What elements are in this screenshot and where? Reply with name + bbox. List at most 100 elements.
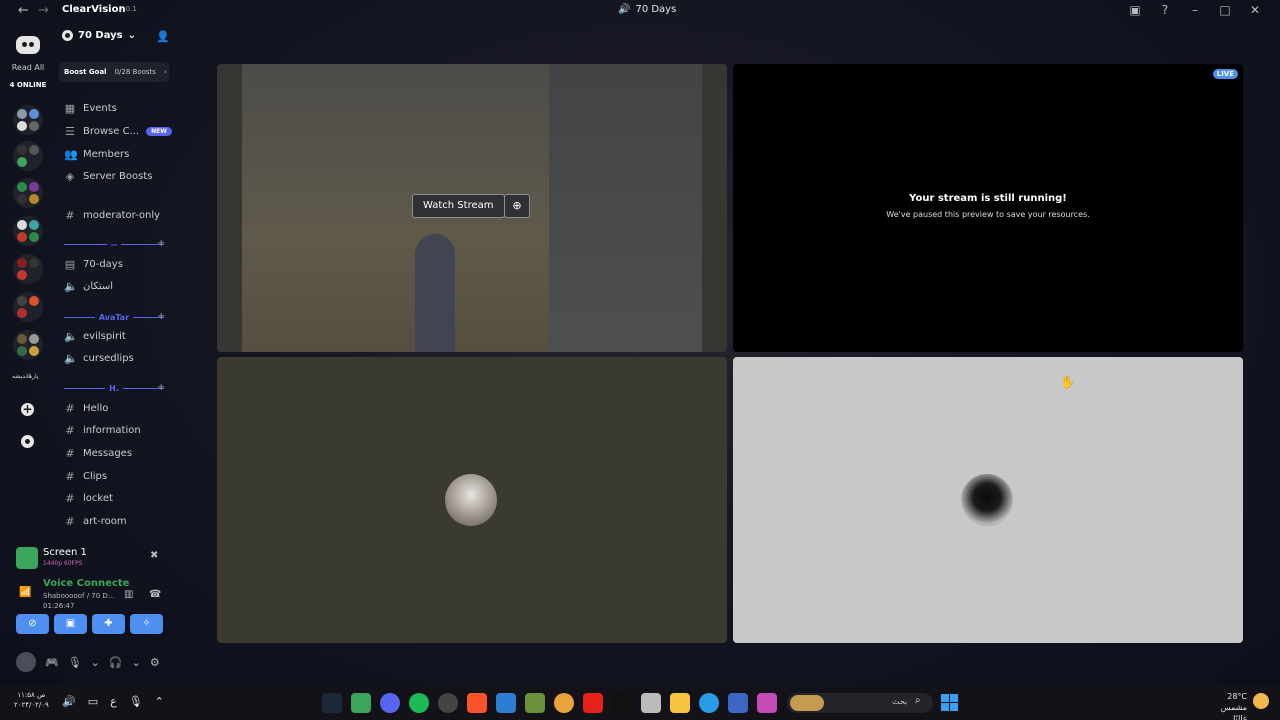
speaker-icon: 🔈 — [64, 279, 78, 293]
activities-button[interactable]: ✚ — [92, 614, 125, 634]
server-folder[interactable] — [13, 105, 43, 135]
server-folder[interactable] — [13, 141, 43, 171]
channel-clips[interactable]: # Clips — [64, 467, 107, 485]
app-green-icon[interactable] — [351, 693, 371, 713]
sidebar-item-server-boosts[interactable]: ◈ Server Boosts — [64, 167, 153, 185]
channel-label: 70-days — [83, 258, 123, 270]
hashtag-icon: # — [65, 401, 75, 415]
stream-tile[interactable]: Watch Stream ⊕ — [217, 64, 727, 352]
channel-messages[interactable]: # Messages — [64, 444, 132, 462]
channel-cursedlips[interactable]: 🔈 cursedlips — [64, 349, 134, 367]
screen-share-button[interactable]: ▣ — [54, 614, 87, 634]
server-folder[interactable] — [13, 330, 43, 360]
channel-locket[interactable]: # locket — [64, 489, 113, 507]
minecraft-icon[interactable] — [525, 693, 545, 713]
windows-start-icon[interactable] — [941, 694, 958, 711]
store-icon[interactable] — [641, 693, 661, 713]
taskbar-search[interactable]: بحث ⌕ — [787, 693, 933, 713]
server-header[interactable]: 70 Days ⌄ — [62, 30, 136, 41]
language-indicator[interactable]: ع — [110, 695, 117, 708]
steam-icon[interactable] — [322, 693, 342, 713]
close-button[interactable]: ✕ — [1248, 3, 1262, 17]
sidebar-item-members[interactable]: 👥 Members — [64, 145, 129, 163]
watch-stream-button[interactable]: Watch Stream — [412, 194, 505, 218]
channel-estekan[interactable]: 🔈 استکان — [64, 277, 113, 295]
channel-label: information — [83, 424, 141, 436]
clock[interactable]: ۱۱:۵۸ ص ۲۰۲۴/۰۲/۰۹ — [14, 690, 49, 710]
add-channel-icon[interactable]: + — [157, 311, 165, 322]
category-header[interactable]: -- — [64, 239, 165, 249]
volume-icon[interactable]: 🔊 — [62, 695, 76, 708]
add-channel-icon[interactable]: + — [157, 238, 165, 249]
server-folder[interactable] — [13, 216, 43, 246]
file-explorer-icon[interactable] — [670, 693, 690, 713]
network-icon[interactable]: ▭ — [88, 695, 98, 708]
voice-connection-panel: 📶 Voice Connecte Shabooooof / 70 D... 01… — [16, 577, 166, 611]
channel-hello[interactable]: # Hello — [64, 399, 108, 417]
microphone-tray-icon[interactable]: 🎙 — [129, 695, 143, 708]
server-folder[interactable] — [13, 178, 43, 208]
microphone-icon[interactable]: 🎙 — [68, 656, 82, 669]
chrome-icon[interactable] — [554, 693, 574, 713]
channel-evilspirit[interactable]: 🔈 evilspirit — [64, 327, 126, 345]
popout-stream-icon[interactable]: ⊕ — [504, 194, 530, 218]
brave-icon[interactable] — [467, 693, 487, 713]
avatar[interactable] — [16, 652, 36, 672]
discord-logo-icon[interactable] — [16, 36, 40, 54]
category-header[interactable]: AvaTar — [64, 312, 165, 322]
server-folder[interactable] — [13, 292, 43, 322]
channel-information[interactable]: # information — [64, 421, 141, 439]
online-count: 4 ONLINE — [9, 81, 47, 89]
discord-icon[interactable] — [380, 693, 400, 713]
server-folder[interactable] — [13, 254, 43, 284]
forward-arrow-icon[interactable]: → — [38, 3, 49, 18]
edge-icon[interactable] — [699, 693, 719, 713]
tiktok-icon[interactable] — [612, 693, 632, 713]
maximize-button[interactable]: □ — [1218, 3, 1232, 17]
category-header[interactable]: H. — [64, 383, 165, 393]
avatar — [961, 474, 1013, 526]
invite-people-icon[interactable]: 👤 — [156, 30, 170, 43]
voice-channel[interactable]: Shabooooof / 70 D... — [43, 592, 115, 600]
live-stream-tile[interactable]: LIVE Your stream is still running! We've… — [733, 64, 1243, 352]
chevron-down-icon[interactable]: ⌄ — [132, 656, 141, 669]
add-channel-icon[interactable]: + — [157, 382, 165, 393]
explore-icon[interactable] — [21, 435, 34, 448]
channel-art-room[interactable]: # art-room — [64, 512, 126, 530]
camera-off-button[interactable]: ⊘ — [16, 614, 49, 634]
noise-suppression-icon[interactable]: ▥ — [124, 589, 133, 600]
chevron-up-icon[interactable]: ⌃ — [155, 695, 164, 708]
voice-status[interactable]: Voice Connecte — [43, 578, 129, 589]
sidebar-item-events[interactable]: ▦ Events — [64, 99, 117, 117]
back-arrow-icon[interactable]: ← — [18, 3, 30, 18]
spotify-icon[interactable] — [409, 693, 429, 713]
window-title-text: 70 Days — [635, 4, 677, 15]
participant-tile[interactable] — [217, 357, 727, 643]
gamepad-icon[interactable]: 🎮 — [45, 656, 59, 669]
sun-icon[interactable] — [1253, 693, 1269, 709]
stop-sharing-icon[interactable]: ✖ — [150, 550, 158, 561]
mail-icon[interactable] — [728, 693, 748, 713]
chevron-down-icon[interactable]: ⌄ — [91, 656, 100, 669]
soundboard-button[interactable]: ✧ — [130, 614, 163, 634]
disconnect-icon[interactable]: ☎ — [149, 589, 161, 600]
sidebar-item-browse-channels[interactable]: ☰ Browse C... NEW — [64, 122, 172, 140]
copilot-icon[interactable] — [757, 693, 777, 713]
read-all-button[interactable]: Read All — [0, 63, 56, 72]
weather-widget[interactable]: 28°C مشمس غالبًا — [1205, 691, 1247, 720]
headphones-icon[interactable]: 🎧 — [109, 656, 123, 669]
settings-gear-icon[interactable]: ⚙ — [150, 656, 160, 669]
boost-goal-bar[interactable]: Boost Goal 0/28 Boosts › — [59, 62, 169, 82]
channel-moderator-only[interactable]: # moderator-only — [64, 206, 160, 224]
steelseries-icon[interactable] — [438, 693, 458, 713]
app-blue-icon[interactable] — [496, 693, 516, 713]
minimize-button[interactable]: – — [1188, 3, 1202, 17]
inbox-icon[interactable]: ▣ — [1128, 3, 1142, 17]
participant-tile[interactable]: ✋ — [733, 357, 1243, 643]
channel-70-days[interactable]: ▤ 70-days — [64, 255, 123, 273]
help-icon[interactable]: ? — [1158, 3, 1172, 17]
youtube-icon[interactable] — [583, 693, 603, 713]
add-server-icon[interactable]: + — [21, 403, 34, 416]
server-text-icon[interactable]: پارهٔاندیشه — [12, 373, 38, 380]
boost-goal-label: Boost Goal — [64, 68, 107, 76]
